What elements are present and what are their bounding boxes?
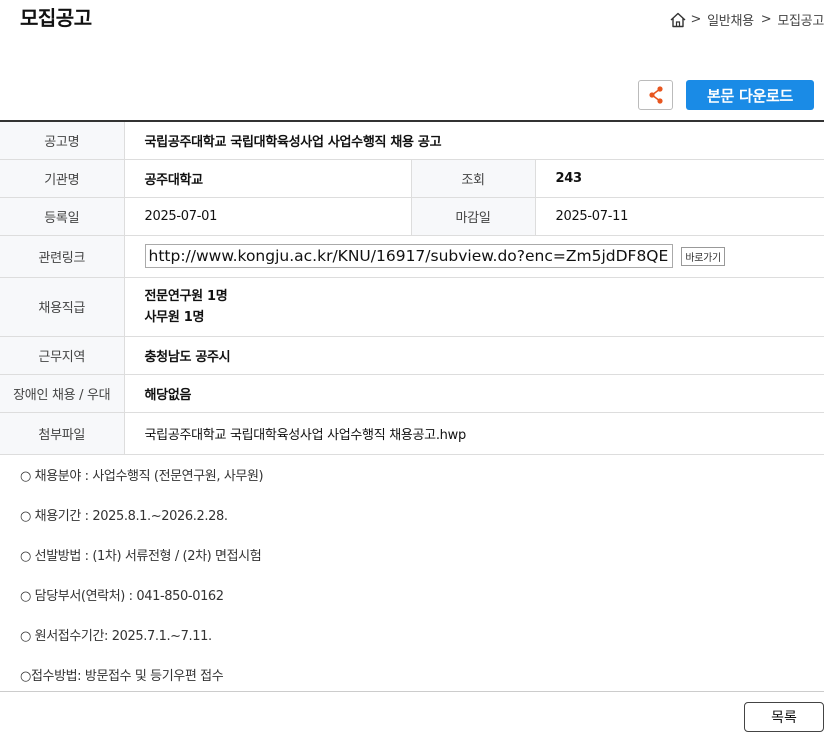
table-row: 장애인 채용 / 우대 해당없음 — [0, 374, 824, 413]
related-link-input[interactable] — [144, 244, 673, 268]
breadcrumb-item-general-hiring[interactable]: 일반채용 — [707, 10, 754, 29]
position-label: 채용직급 — [0, 277, 125, 337]
position-line: 전문연구원 1명 — [144, 288, 228, 304]
deadline-label: 마감일 — [410, 197, 536, 236]
posting-info-table: 공고명 국립공주대학교 국립대학육성사업 사업수행직 채용 공고 기관명 공주대… — [0, 120, 824, 455]
breadcrumb: > 일반채용 > 모집공고 — [669, 10, 824, 29]
share-button[interactable] — [638, 80, 673, 110]
attachment-label: 첨부파일 — [0, 412, 125, 455]
page-title: 모집공고 — [20, 6, 92, 30]
breadcrumb-separator: > — [690, 12, 702, 27]
list-button[interactable]: 목록 — [744, 702, 824, 732]
table-row: 기관명 공주대학교 조회 243 — [0, 159, 824, 198]
body-line-contact: ○ 담당부서(연락처) : 041-850-0162 — [20, 589, 224, 604]
deadline-value: 2025-07-11 — [535, 197, 824, 236]
breadcrumb-item-job-posting[interactable]: 모집공고 — [777, 10, 824, 29]
organization-label: 기관명 — [0, 159, 125, 198]
work-region-value: 충청남도 공주시 — [124, 336, 824, 375]
registration-date-label: 등록일 — [0, 197, 125, 236]
position-line: 사무원 1명 — [144, 309, 205, 325]
related-link-label: 관련링크 — [0, 235, 125, 278]
attachment-link[interactable]: 국립공주대학교 국립대학육성사업 사업수행직 채용공고.hwp — [124, 412, 824, 455]
share-icon — [647, 85, 665, 105]
home-icon[interactable] — [669, 11, 687, 29]
table-row: 등록일 2025-07-01 마감일 2025-07-11 — [0, 197, 824, 236]
views-value: 243 — [535, 159, 824, 198]
related-link-cell: 바로가기 — [124, 235, 824, 278]
body-line-application-period: ○ 원서접수기간: 2025.7.1.~7.11. — [20, 629, 212, 644]
title-value: 국립공주대학교 국립대학육성사업 사업수행직 채용 공고 — [124, 121, 824, 160]
table-row: 채용직급 전문연구원 1명 사무원 1명 — [0, 277, 824, 337]
table-row: 근무지역 충청남도 공주시 — [0, 336, 824, 375]
goto-button[interactable]: 바로가기 — [681, 246, 725, 266]
table-row: 관련링크 바로가기 — [0, 235, 824, 278]
disabled-hiring-value: 해당없음 — [124, 374, 824, 413]
body-line-period: ○ 채용기간 : 2025.8.1.~2026.2.28. — [20, 509, 228, 524]
work-region-label: 근무지역 — [0, 336, 125, 375]
disabled-hiring-label: 장애인 채용 / 우대 — [0, 374, 125, 413]
table-row: 첨부파일 국립공주대학교 국립대학육성사업 사업수행직 채용공고.hwp — [0, 412, 824, 455]
body-line-application-method: ○접수방법: 방문접수 및 등기우편 접수 — [20, 669, 224, 684]
body-line-selection: ○ 선발방법 : (1차) 서류전형 / (2차) 면접시험 — [20, 549, 262, 564]
position-value: 전문연구원 1명 사무원 1명 — [124, 277, 824, 337]
organization-value: 공주대학교 — [124, 159, 411, 198]
divider — [0, 691, 824, 692]
table-row: 공고명 국립공주대학교 국립대학육성사업 사업수행직 채용 공고 — [0, 121, 824, 160]
breadcrumb-separator: > — [760, 12, 772, 27]
body-line-field: ○ 채용분야 : 사업수행직 (전문연구원, 사무원) — [20, 469, 264, 484]
title-label: 공고명 — [0, 121, 125, 160]
download-body-button[interactable]: 본문 다운로드 — [686, 80, 814, 110]
views-label: 조회 — [410, 159, 536, 198]
registration-date-value: 2025-07-01 — [124, 197, 411, 236]
